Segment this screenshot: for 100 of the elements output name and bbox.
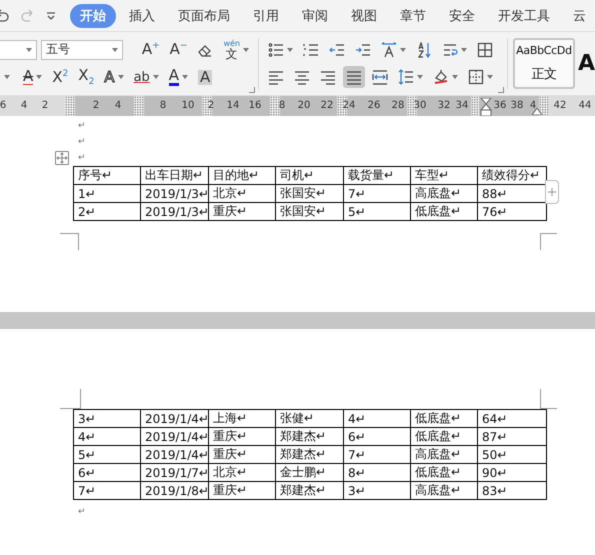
format-button[interactable]: A$^{+}$	[138, 38, 163, 61]
ribbon-tab[interactable]: 页面布局	[168, 4, 240, 28]
format-button[interactable]: ab	[130, 66, 162, 88]
ribbon-tab[interactable]: 开发工具	[488, 4, 560, 28]
table-cell: 张国安↵	[276, 184, 344, 202]
caret-icon[interactable]	[118, 75, 124, 80]
indent-marker-icon[interactable]	[480, 98, 492, 116]
dialog-launcher-icon[interactable]	[498, 87, 504, 93]
caret-icon[interactable]	[4, 75, 10, 80]
table-cell: 低底盘↵	[410, 428, 478, 446]
ruler-number: 10	[182, 100, 194, 111]
style-preset[interactable]: A	[578, 52, 595, 74]
ruler-number: 8	[278, 100, 286, 111]
table-cell: 83↵	[478, 482, 546, 500]
ribbon-tab[interactable]: 引用	[243, 4, 289, 28]
ruler-number: 4	[20, 100, 28, 111]
column-header: 目的地↵	[208, 166, 276, 184]
ruler-number: 8	[160, 100, 166, 111]
caret-icon[interactable]	[36, 75, 42, 80]
table-move-handle-icon[interactable]	[55, 151, 69, 165]
table-cell: 5↵	[344, 202, 410, 220]
borders-icon	[468, 69, 484, 86]
table-cell: 1↵	[74, 184, 140, 202]
caret-icon[interactable]	[152, 75, 159, 80]
ruler-number: 6	[0, 100, 6, 111]
table-cell: 4↵	[344, 410, 410, 428]
ruler-number: 32	[438, 100, 450, 111]
format-button[interactable]: A	[166, 66, 192, 88]
column-marker[interactable]	[471, 96, 479, 116]
caret-icon[interactable]	[461, 48, 467, 52]
caret-icon[interactable]	[112, 48, 118, 52]
ruler-number: 20	[298, 100, 310, 111]
caret-icon[interactable]	[26, 48, 32, 52]
caret-icon[interactable]	[452, 75, 458, 80]
table-cell: 2019/1/3↵	[140, 184, 208, 202]
ruler-number: 4	[114, 100, 122, 111]
column-header: 绩效得分↵	[478, 166, 546, 184]
ribbon-tab[interactable]: 插入	[119, 4, 165, 28]
format-button[interactable]: A	[195, 66, 216, 88]
plus-icon	[548, 188, 556, 196]
format-button[interactable]: X$_{2}$	[75, 66, 98, 88]
caret-icon[interactable]	[417, 75, 423, 80]
bulleted-list-icon	[268, 42, 284, 58]
font-size-field[interactable]: 五号	[41, 40, 123, 60]
table-cell: 7↵	[74, 482, 140, 500]
column-marker[interactable]	[270, 96, 280, 116]
column-header: 序号↵	[74, 166, 140, 184]
ruler-number: 30	[414, 100, 426, 111]
ruler-number: 26	[368, 100, 380, 111]
column-header: 出车日期↵	[140, 166, 208, 184]
caret-icon[interactable]	[182, 75, 188, 80]
decrease-indent-icon	[329, 42, 345, 58]
table-cell: 2019/1/3↵	[140, 202, 208, 220]
ribbon-tab[interactable]: 章节	[390, 4, 436, 28]
customize-caret-icon[interactable]	[46, 12, 56, 20]
format-button[interactable]: A	[101, 66, 127, 88]
format-button[interactable]: A	[20, 66, 46, 88]
column-marker[interactable]	[65, 96, 75, 116]
table-cell: 2019/1/7↵	[140, 464, 208, 482]
column-marker[interactable]	[202, 96, 212, 116]
ribbon-tab[interactable]: 视图	[341, 4, 387, 28]
table-cell: 低底盘↵	[410, 202, 478, 220]
column-marker[interactable]	[134, 96, 144, 116]
table-cell: 2↵	[74, 202, 140, 220]
ribbon-tab[interactable]: 安全	[439, 4, 485, 28]
ruler-number: 2	[42, 100, 48, 111]
table-cell: 郑建杰↵	[276, 428, 344, 446]
table-cell: 北京↵	[208, 464, 276, 482]
style-preset[interactable]: AaBbCcDd 正文	[512, 38, 575, 89]
table-cell: 高底盘↵	[410, 446, 478, 464]
ruler-number: 14	[226, 100, 240, 111]
table-cell: 5↵	[74, 446, 140, 464]
caret-icon[interactable]	[487, 75, 493, 80]
add-column-button[interactable]	[545, 180, 559, 204]
ruler-number: 2	[208, 100, 214, 111]
caret-icon[interactable]	[287, 48, 293, 52]
ruler-number: 16	[248, 100, 262, 111]
column-marker[interactable]	[539, 96, 549, 116]
justify-button[interactable]	[343, 66, 365, 88]
ribbon-tab[interactable]: 审阅	[292, 4, 338, 28]
table-cell: 2019/1/4↵	[140, 428, 208, 446]
table-cell: 3↵	[74, 410, 140, 428]
table-cell: 50↵	[478, 446, 546, 464]
table-cell: 4↵	[74, 428, 140, 446]
paragraph-mark: ↵	[78, 506, 87, 519]
caret-icon[interactable]	[400, 48, 406, 52]
dialog-launcher-icon[interactable]	[249, 87, 255, 93]
table-cell: 7↵	[344, 184, 410, 202]
phonetic-guide-button[interactable]: wén 文	[220, 38, 252, 61]
ribbon-tab[interactable]: 云	[563, 4, 595, 28]
table-cell: 重庆↵	[208, 428, 276, 446]
table-cell: 金士鹏↵	[276, 464, 344, 482]
format-button[interactable]: X$^{2}$	[49, 66, 72, 88]
column-header: 载货量↵	[344, 166, 410, 184]
table-cell: 郑建杰↵	[276, 482, 344, 500]
table-cell: 重庆↵	[208, 202, 276, 220]
font-name-field[interactable]	[0, 40, 38, 60]
caret-icon[interactable]	[243, 48, 249, 52]
column-header: 司机↵	[276, 166, 344, 184]
format-button[interactable]: A$^{−}$	[166, 38, 190, 61]
